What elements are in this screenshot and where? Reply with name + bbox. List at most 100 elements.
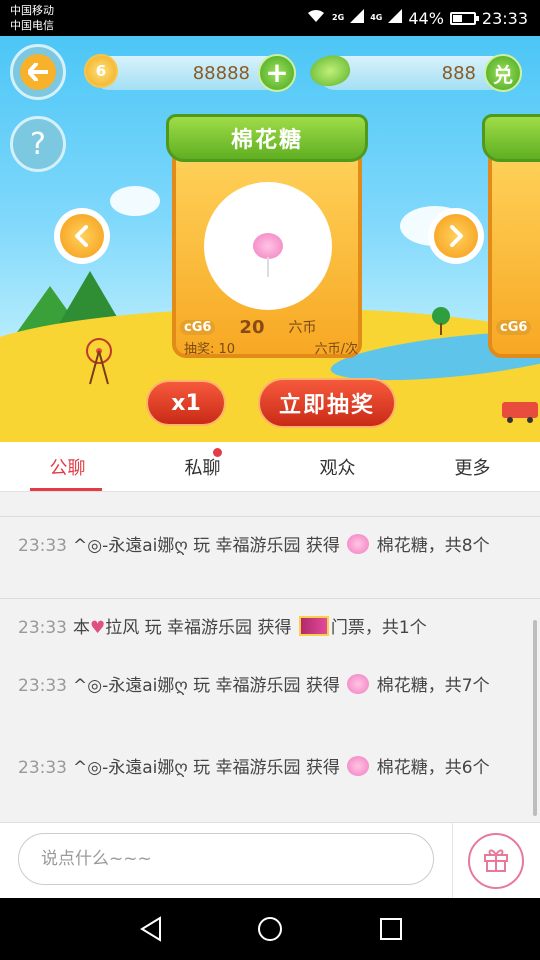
next-prize-banner <box>482 114 540 162</box>
unread-dot <box>213 448 222 457</box>
message-user: ^◎-永遠ai娜ღ <box>73 758 188 778</box>
prize-name-banner: 棉花糖 <box>166 114 368 162</box>
chat-scrollbar[interactable] <box>533 620 537 816</box>
g-badge: cG6 <box>180 319 216 335</box>
tab-audience[interactable]: 观众 <box>270 442 405 491</box>
system-nav-bar <box>0 898 540 960</box>
battery-icon <box>449 11 479 25</box>
message-user: ^◎-永遠ai娜ღ <box>73 536 188 556</box>
status-bar: 中国移动 中国电信 2G 4G 44% 23:33 <box>0 0 540 36</box>
cotton-candy-icon <box>253 233 283 277</box>
network-4g-label: 4G <box>370 13 383 22</box>
chat-message: 23:33 ^◎-永遠ai娜ღ 玩 幸福游乐园 获得 棉花糖，共7个 <box>18 672 522 701</box>
next-prize-button[interactable] <box>428 208 484 264</box>
message-item: 棉花糖，共8个 <box>376 536 490 556</box>
coin-balance: 88888 <box>192 62 250 84</box>
wifi-icon <box>306 8 326 28</box>
chat-message: 23:33 ^◎-永遠ai娜ღ 玩 幸福游乐园 获得 棉花糖，共6个 <box>18 754 522 783</box>
tab-label: 公聊 <box>49 457 86 479</box>
active-tab-indicator <box>30 488 102 491</box>
message-time: 23:33 <box>18 676 67 696</box>
exchange-button[interactable]: 兑 <box>484 54 522 92</box>
status-right: 2G 4G 44% 23:33 <box>306 0 528 36</box>
draw-cost-unit: 六币/次 <box>314 342 358 357</box>
multiplier-label: x1 <box>171 390 201 416</box>
add-coins-button[interactable]: + <box>258 54 296 92</box>
coin-icon: 6 <box>84 54 118 88</box>
chat-input-row <box>0 822 540 899</box>
back-button[interactable] <box>10 44 66 100</box>
chevron-right-icon <box>434 214 478 258</box>
tab-more[interactable]: 更多 <box>405 442 540 491</box>
screen: 中国移动 中国电信 2G 4G 44% 23:33 ? 88888 6 + 88… <box>0 0 540 960</box>
prize-price: 20 <box>239 316 265 338</box>
message-user: ^◎-永遠ai娜ღ <box>73 676 188 696</box>
tab-private-chat[interactable]: 私聊 <box>135 442 270 491</box>
draw-now-button[interactable]: 立即抽奖 <box>258 378 396 428</box>
clock: 23:33 <box>481 8 528 28</box>
tree-icon <box>428 306 454 336</box>
message-user-suffix: 拉风 <box>105 618 140 638</box>
signal-2-icon <box>388 9 403 27</box>
heart-icon: ♥ <box>90 618 106 638</box>
cotton-candy-icon <box>347 756 370 776</box>
network-2g-label: 2G <box>332 13 345 22</box>
draw-cost-label: 抽奖: 10 <box>184 342 236 357</box>
coin-badge-label: 6 <box>95 62 107 80</box>
gift-icon <box>482 845 510 877</box>
message-user: 本 <box>73 618 90 638</box>
chat-message: 23:33 ^◎-永遠ai娜ღ 玩 幸福游乐园 获得 棉花糖，共8个 <box>18 532 522 561</box>
exchange-label: 兑 <box>493 62 513 87</box>
message-action: 玩 幸福游乐园 获得 <box>193 676 340 696</box>
cotton-candy-icon <box>347 674 370 694</box>
multiplier-button[interactable]: x1 <box>146 380 226 426</box>
chat-input[interactable] <box>18 833 434 885</box>
message-time: 23:33 <box>18 758 67 778</box>
tab-label: 私聊 <box>184 457 221 479</box>
divider <box>452 823 453 899</box>
message-action: 玩 幸福游乐园 获得 <box>193 536 340 556</box>
nav-home-icon[interactable] <box>255 914 285 944</box>
message-item: 棉花糖，共7个 <box>376 676 490 696</box>
next-prize-price-row: cG6 <box>496 316 540 338</box>
bean-balance: 888 <box>441 62 476 84</box>
ticket-icon <box>298 616 329 636</box>
divider <box>0 598 540 599</box>
train-icon <box>500 394 540 424</box>
lottery-game: ? 88888 6 + 888 兑 cG6 20 六币 抽奖: 10 六币/次 … <box>0 36 540 442</box>
battery-percent: 44% <box>408 8 444 28</box>
chat-list[interactable]: 23:33 ^◎-永遠ai娜ღ 玩 幸福游乐园 获得 棉花糖，共8个 23:33 本… <box>0 492 540 822</box>
prize-price-row: cG6 20 六币 <box>180 316 354 338</box>
ferris-wheel-icon <box>84 336 114 386</box>
plus-icon: + <box>265 56 289 89</box>
prize-card[interactable]: cG6 20 六币 抽奖: 10 六币/次 <box>172 146 362 358</box>
prize-image <box>204 182 332 310</box>
carrier-primary: 中国移动 <box>10 4 54 17</box>
chat-message: 23:33 本♥拉风 玩 幸福游乐园 获得 门票，共1个 <box>18 614 522 643</box>
g-badge: cG6 <box>496 319 532 335</box>
battery-level <box>452 14 462 22</box>
cotton-candy-icon <box>347 534 370 554</box>
help-button[interactable]: ? <box>10 116 66 172</box>
chat-tabs: 公聊 私聊 观众 更多 <box>0 442 540 492</box>
tab-public-chat[interactable]: 公聊 <box>0 442 135 491</box>
nav-recents-icon[interactable] <box>376 914 406 944</box>
back-arrow-icon <box>20 54 56 90</box>
cloud-decoration <box>110 186 160 216</box>
signal-icon <box>350 9 365 27</box>
prize-name: 棉花糖 <box>230 128 303 153</box>
message-action: 玩 幸福游乐园 获得 <box>144 618 292 638</box>
help-icon: ? <box>30 126 46 162</box>
prev-prize-button[interactable] <box>54 208 110 264</box>
message-item: 门票，共1个 <box>330 618 427 638</box>
message-time: 23:33 <box>18 536 67 556</box>
draw-now-label: 立即抽奖 <box>278 393 375 418</box>
tab-label: 更多 <box>454 457 491 479</box>
tab-label: 观众 <box>319 457 356 479</box>
message-time: 23:33 <box>18 618 67 638</box>
message-item: 棉花糖，共6个 <box>376 758 490 778</box>
nav-back-icon[interactable] <box>136 914 166 944</box>
next-prize-card[interactable]: cG6 <box>488 146 540 358</box>
gift-button[interactable] <box>468 833 524 889</box>
draw-cost-row: 抽奖: 10 六币/次 <box>184 338 358 357</box>
